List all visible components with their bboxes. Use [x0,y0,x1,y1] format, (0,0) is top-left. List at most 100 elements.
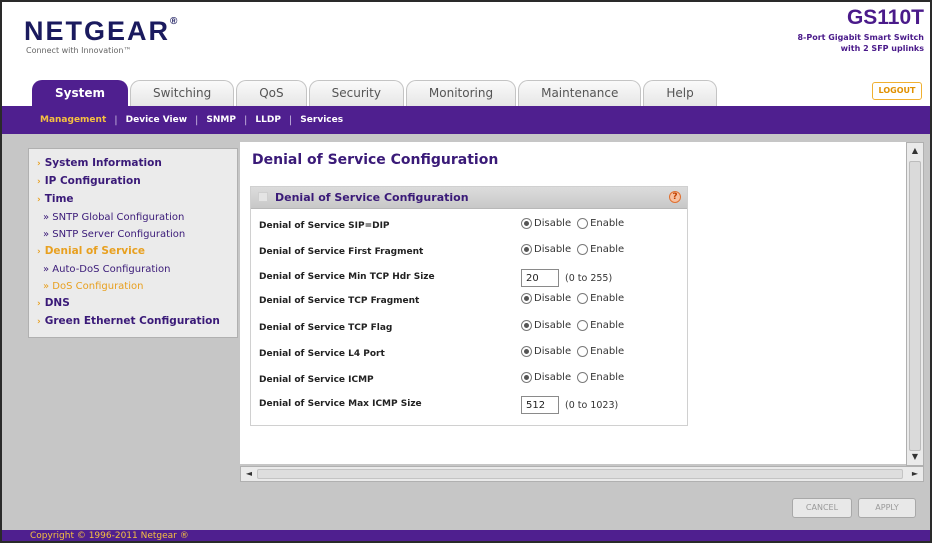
sidenav-dos-configuration[interactable]: » DoS Configuration [37,278,237,295]
min-tcp-hdr-size-input[interactable] [521,269,559,287]
tab-qos[interactable]: QoS [236,80,307,106]
range-hint: (0 to 1023) [565,399,619,411]
radio-disable[interactable] [521,244,532,255]
main-tabs: System Switching QoS Security Monitoring… [32,80,719,106]
copyright: Copyright © 1996-2011 Netgear ® [30,531,189,541]
box-header: Denial of Service Configuration ? [251,187,687,209]
radio-label: Disable [534,320,572,331]
max-icmp-size-input[interactable] [521,396,559,414]
field-label: Denial of Service L4 Port [259,349,385,359]
header: NETGEAR® Connect with Innovation™ GS110T… [2,2,930,74]
tab-system[interactable]: System [32,80,128,106]
app-window: NETGEAR® Connect with Innovation™ GS110T… [0,0,932,543]
radio-enable[interactable] [577,293,589,304]
radio-enable[interactable] [577,218,589,229]
tab-security[interactable]: Security [308,80,404,106]
logout-button[interactable]: LOGOUT [872,82,922,100]
footer: Copyright © 1996-2011 Netgear ® [2,530,930,541]
sidenav-time[interactable]: › Time [37,191,237,209]
subnav-device-view[interactable]: Device View [118,115,195,125]
scroll-down-icon[interactable]: ▼ [907,450,923,464]
radio-enable[interactable] [577,346,589,357]
row-first-fragment: Denial of Service First Fragment Disable… [251,241,687,265]
radio-label: Enable [590,218,625,229]
range-hint: (0 to 255) [565,272,613,284]
input-group: (0 to 1023) [521,396,618,414]
arrow-icon: › [37,247,41,257]
sidenav-denial-of-service[interactable]: › Denial of Service [37,243,237,261]
radio-group: Disable Enable [521,346,630,357]
radio-label: Enable [590,320,625,331]
radio-disable[interactable] [521,293,532,304]
radio-label: Disable [534,293,572,304]
radio-label: Disable [534,346,572,357]
radio-group: Disable Enable [521,320,630,331]
netgear-logo: NETGEAR® [24,16,180,46]
tab-maintenance[interactable]: Maintenance [518,80,642,106]
radio-label: Enable [590,244,625,255]
tagline: Connect with Innovation™ [26,46,132,55]
apply-button[interactable]: APPLY [858,498,916,518]
row-tcp-flag: Denial of Service TCP Flag Disable Enabl… [251,317,687,341]
field-label: Denial of Service Max ICMP Size [259,399,422,409]
model-name: GS110T [846,6,924,29]
sub-navigation: Management | Device View | SNMP | LLDP |… [2,106,930,134]
arrow-icon: › [37,159,41,169]
scroll-right-icon[interactable]: ► [908,467,922,481]
radio-disable[interactable] [521,218,532,229]
tab-monitoring[interactable]: Monitoring [405,80,517,106]
radio-label: Enable [590,293,625,304]
arrow-icon: › [37,195,41,205]
page-title: Denial of Service Configuration [252,152,499,168]
sidenav-sntp-server-configuration[interactable]: » SNTP Server Configuration [37,226,237,243]
radio-label: Disable [534,244,572,255]
sidenav-green-ethernet-configuration[interactable]: › Green Ethernet Configuration [37,313,237,331]
main-panel: Denial of Service Configuration Denial o… [240,142,912,464]
row-icmp: Denial of Service ICMP Disable Enable [251,369,687,393]
field-label: Denial of Service SIP=DIP [259,221,390,231]
radio-enable[interactable] [577,372,589,383]
row-l4-port: Denial of Service L4 Port Disable Enable [251,343,687,367]
arrow-icon: › [37,299,41,309]
sidenav-dns[interactable]: › DNS [37,295,237,313]
button-bar: CANCEL APPLY [2,484,930,530]
arrow-icon: › [37,317,41,327]
row-tcp-fragment: Denial of Service TCP Fragment Disable E… [251,290,687,314]
scroll-up-icon[interactable]: ▲ [907,144,923,158]
row-max-icmp-size: Denial of Service Max ICMP Size (0 to 10… [251,393,687,417]
vertical-scroll-thumb[interactable] [909,161,921,451]
radio-enable[interactable] [577,320,589,331]
radio-disable[interactable] [521,372,532,383]
help-icon[interactable]: ? [669,191,681,203]
radio-disable[interactable] [521,320,532,331]
radio-label: Disable [534,218,572,229]
sidenav-ip-configuration[interactable]: › IP Configuration [37,173,237,191]
tab-help[interactable]: Help [643,80,717,106]
radio-group: Disable Enable [521,372,630,383]
radio-disable[interactable] [521,346,532,357]
row-sip-dip: Denial of Service SIP=DIP Disable Enable [251,215,687,239]
collapse-icon[interactable] [258,192,268,202]
subnav-management[interactable]: Management [32,115,114,125]
sidenav-auto-dos-configuration[interactable]: » Auto-DoS Configuration [37,261,237,278]
horizontal-scrollbar[interactable]: ◄ ► [240,466,924,482]
box-title: Denial of Service Configuration [275,191,469,204]
radio-group: Disable Enable [521,244,630,255]
scroll-left-icon[interactable]: ◄ [242,467,256,481]
horizontal-scroll-thumb[interactable] [257,469,903,479]
field-label: Denial of Service TCP Fragment [259,296,420,306]
field-label: Denial of Service First Fragment [259,247,424,257]
radio-label: Enable [590,372,625,383]
radio-enable[interactable] [577,244,589,255]
radio-group: Disable Enable [521,293,630,304]
vertical-scrollbar[interactable]: ▲ ▼ [906,142,924,466]
subnav-snmp[interactable]: SNMP [198,115,244,125]
row-min-tcp-hdr-size: Denial of Service Min TCP Hdr Size (0 to… [251,266,687,290]
sidenav-system-information[interactable]: › System Information [37,155,237,173]
field-label: Denial of Service Min TCP Hdr Size [259,272,435,282]
tab-switching[interactable]: Switching [130,80,235,106]
cancel-button[interactable]: CANCEL [792,498,852,518]
sidenav-sntp-global-configuration[interactable]: » SNTP Global Configuration [37,209,237,226]
subnav-lldp[interactable]: LLDP [247,115,289,125]
subnav-services[interactable]: Services [292,115,351,125]
